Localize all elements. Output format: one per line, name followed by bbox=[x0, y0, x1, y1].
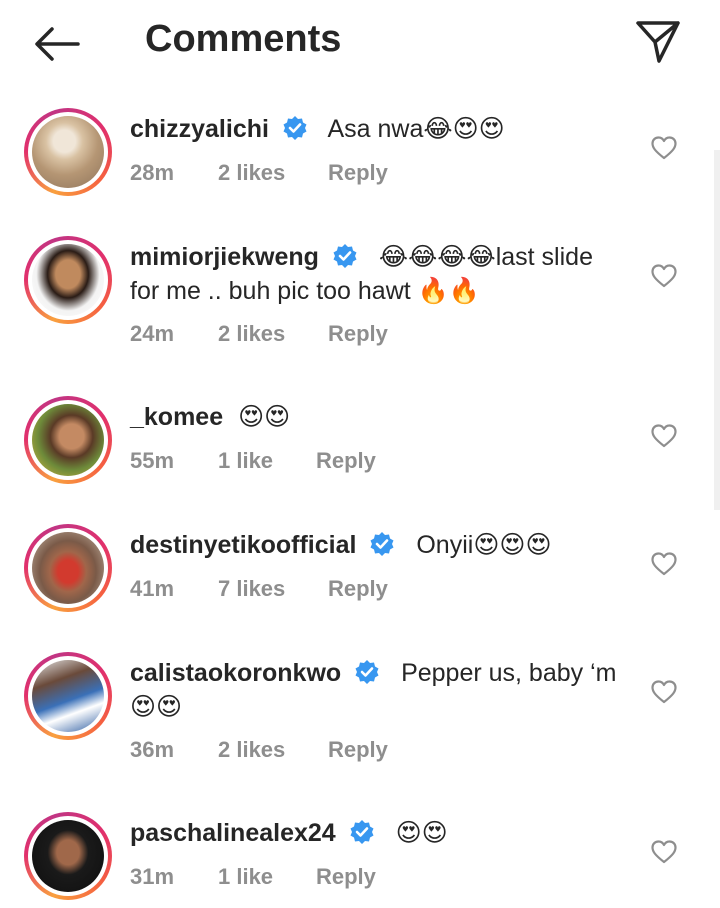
reply-button[interactable]: Reply bbox=[328, 321, 388, 347]
comment-likes[interactable]: 1 like bbox=[218, 448, 316, 474]
reply-button[interactable]: Reply bbox=[316, 448, 376, 474]
heart-icon bbox=[651, 264, 677, 288]
comment-time: 24m bbox=[130, 321, 175, 346]
reply-button[interactable]: Reply bbox=[328, 576, 388, 602]
comment-time: 55m bbox=[130, 448, 175, 473]
comment-meta: 24m 2 likes Reply bbox=[130, 321, 388, 347]
comment-username[interactable]: paschalinealex24 bbox=[130, 819, 336, 847]
back-button[interactable] bbox=[28, 20, 84, 68]
avatar[interactable] bbox=[24, 396, 112, 484]
avatar[interactable] bbox=[24, 652, 112, 740]
heart-icon bbox=[651, 680, 677, 704]
comment-likes[interactable]: 1 like bbox=[218, 864, 316, 890]
comment-username[interactable]: calistaokoronkwo bbox=[130, 659, 341, 687]
reply-button[interactable]: Reply bbox=[328, 737, 388, 763]
like-button[interactable] bbox=[650, 134, 678, 162]
avatar[interactable] bbox=[24, 524, 112, 612]
comment-meta: 55m 1 like Reply bbox=[130, 448, 376, 474]
comment-meta: 31m 1 like Reply bbox=[130, 864, 376, 890]
comment-username[interactable]: destinyetikoofficial bbox=[130, 531, 356, 559]
heart-icon bbox=[651, 552, 677, 576]
avatar[interactable] bbox=[24, 812, 112, 900]
comment-text: 😍😍 bbox=[395, 819, 448, 847]
heart-icon bbox=[651, 136, 677, 160]
verified-badge-icon bbox=[355, 660, 379, 684]
like-button[interactable] bbox=[650, 422, 678, 450]
reply-button[interactable]: Reply bbox=[316, 864, 376, 890]
verified-badge-icon bbox=[350, 820, 374, 844]
heart-icon bbox=[651, 424, 677, 448]
share-button[interactable] bbox=[628, 14, 688, 70]
reply-button[interactable]: Reply bbox=[328, 160, 388, 186]
comment-meta: 28m 2 likes Reply bbox=[130, 160, 388, 186]
comment-likes[interactable]: 2 likes bbox=[218, 321, 328, 347]
like-button[interactable] bbox=[650, 262, 678, 290]
verified-badge-icon bbox=[283, 116, 307, 140]
comment-text: 😍😍 bbox=[238, 403, 291, 431]
comment-likes[interactable]: 2 likes bbox=[218, 737, 328, 763]
comment-time: 31m bbox=[130, 864, 175, 889]
comment-text: Asa nwa😂😍😍 bbox=[327, 115, 505, 143]
comment-meta: 41m 7 likes Reply bbox=[130, 576, 388, 602]
avatar[interactable] bbox=[24, 108, 112, 196]
page-title: Comments bbox=[145, 18, 342, 60]
comment-likes[interactable]: 7 likes bbox=[218, 576, 328, 602]
like-button[interactable] bbox=[650, 678, 678, 706]
paper-plane-icon bbox=[636, 21, 680, 63]
comment-likes[interactable]: 2 likes bbox=[218, 160, 328, 186]
verified-badge-icon bbox=[370, 532, 394, 556]
verified-badge-icon bbox=[333, 244, 357, 268]
like-button[interactable] bbox=[650, 838, 678, 866]
comment-time: 28m bbox=[130, 160, 175, 185]
heart-icon bbox=[651, 840, 677, 864]
scrollbar[interactable] bbox=[714, 150, 720, 510]
comment-username[interactable]: chizzyalichi bbox=[130, 115, 269, 143]
comment-username[interactable]: mimiorjiekweng bbox=[130, 243, 319, 271]
header-bar: Comments bbox=[0, 0, 720, 86]
comment-text: Onyii😍😍😍 bbox=[416, 531, 552, 559]
comment-time: 36m bbox=[130, 737, 175, 762]
like-button[interactable] bbox=[650, 550, 678, 578]
avatar[interactable] bbox=[24, 236, 112, 324]
comment-meta: 36m 2 likes Reply bbox=[130, 737, 388, 763]
arrow-left-icon bbox=[35, 27, 80, 61]
comment-time: 41m bbox=[130, 576, 175, 601]
comment-username[interactable]: _komee bbox=[130, 403, 223, 431]
